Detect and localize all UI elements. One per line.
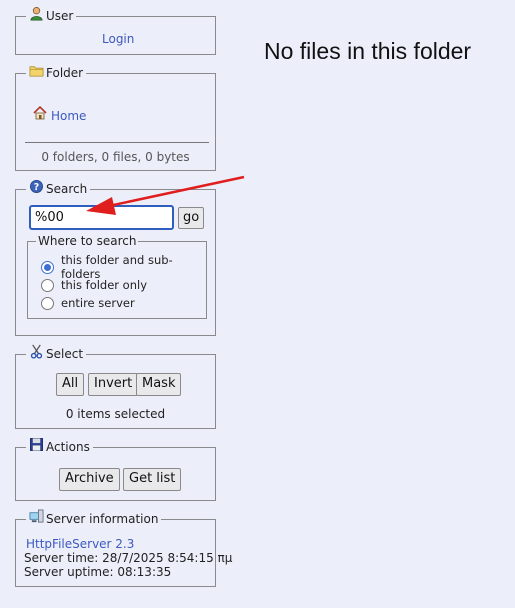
where-to-search-title: Where to search: [36, 234, 139, 248]
user-panel-title: User: [46, 8, 74, 23]
server-icon: [29, 509, 44, 523]
svg-text:?: ?: [34, 182, 39, 193]
login-link[interactable]: Login: [102, 32, 134, 46]
server-info-panel-legend: Server information: [26, 509, 162, 526]
radio-button[interactable]: [41, 260, 54, 274]
user-panel-legend: User: [26, 7, 77, 23]
search-panel-title: Search: [46, 181, 88, 196]
folder-summary: 0 folders, 0 files, 0 bytes: [41, 150, 190, 164]
help-icon: ?: [30, 180, 43, 193]
radio-folder-and-subfolders[interactable]: this folder and sub-folders: [41, 253, 206, 281]
save-icon: [30, 438, 43, 451]
home-icon: [33, 105, 47, 120]
select-all-button[interactable]: All: [56, 373, 85, 396]
radio-button[interactable]: [41, 296, 54, 310]
get-list-button[interactable]: Get list: [123, 468, 182, 491]
folder-panel-legend: Folder: [26, 65, 87, 80]
folder-panel-title: Folder: [46, 65, 84, 80]
folder-panel: Folder Home 0 folders, 0 files, 0 bytes: [15, 65, 216, 171]
server-time: Server time: 28/7/2025 8:54:15 πμ: [24, 551, 233, 565]
home-link-label: Home: [51, 109, 87, 123]
invert-selection-button[interactable]: Invert: [88, 373, 139, 396]
search-panel: ? Search go Where to search this folder …: [15, 180, 216, 336]
search-input[interactable]: [29, 205, 174, 230]
radio-label: this folder and sub-folders: [61, 253, 173, 281]
actions-panel-legend: Actions: [26, 438, 93, 454]
selection-status: 0 items selected: [65, 407, 166, 421]
user-panel: User Login: [15, 7, 216, 55]
where-to-search-group: Where to search this folder and sub-fold…: [27, 234, 207, 319]
server-info-panel-title: Server information: [46, 511, 159, 526]
go-button[interactable]: go: [178, 207, 205, 229]
home-link[interactable]: Home: [32, 105, 87, 124]
actions-panel-title: Actions: [46, 439, 90, 454]
server-uptime: Server uptime: 08:13:35: [24, 565, 172, 579]
user-icon: [30, 7, 43, 21]
select-panel-legend: Select: [26, 344, 87, 361]
folder-divider: [25, 142, 209, 143]
search-panel-legend: ? Search: [26, 180, 91, 196]
search-scope-options: this folder and sub-folders this folder …: [41, 253, 206, 312]
radio-label: entire server: [61, 296, 135, 310]
mask-button[interactable]: Mask: [136, 373, 182, 396]
archive-button[interactable]: Archive: [59, 468, 120, 491]
radio-label: this folder only: [61, 278, 148, 292]
no-files-message: No files in this folder: [264, 38, 472, 64]
server-info-panel: Server information HttpFileServer 2.3 Se…: [15, 509, 232, 587]
radio-entire-server[interactable]: entire server: [41, 294, 206, 312]
scissors-icon: [30, 344, 43, 359]
select-panel-title: Select: [46, 346, 84, 361]
select-panel: Select All Invert Mask 0 items selected: [15, 344, 216, 429]
folder-icon: [29, 66, 44, 77]
actions-panel: Actions Archive Get list: [15, 438, 216, 501]
radio-button[interactable]: [41, 278, 54, 292]
hfs-version-link[interactable]: HttpFileServer 2.3: [26, 537, 134, 551]
